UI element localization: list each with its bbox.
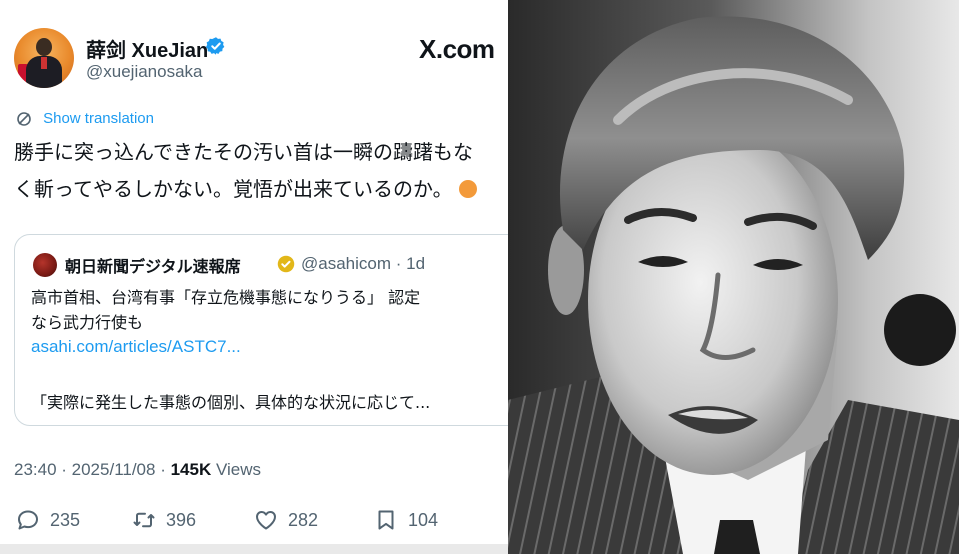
quote-handle-and-time: @asahicom · 1d	[301, 254, 426, 273]
quote-text-line-2: なら武力行使も	[31, 313, 144, 332]
quote-article-excerpt: 「実際に発生した事態の個別、具体的な状況に応じて...	[31, 393, 431, 412]
tweet-text-line-2: く斬ってやるしかない。覚悟が出来ているのか。	[14, 171, 508, 208]
reply-button[interactable]: 235	[16, 502, 80, 538]
tweet-card: 薛剑 XueJian @xuejianosaka X.com Show tran…	[0, 0, 508, 554]
quoted-tweet[interactable]: 朝日新聞デジタル速報席 @asahicom · 1d 高市首相、台湾有事「存立危…	[14, 234, 508, 426]
tweet-actions-bar: 235 396 282 104	[14, 502, 508, 538]
repost-button[interactable]: 396	[132, 502, 196, 538]
views-label: Views	[211, 460, 261, 479]
quote-account-avatar[interactable]	[33, 253, 57, 277]
avatar-tie	[41, 57, 47, 69]
tweet-meta: 23:40 · 2025/11/08 · 145K Views	[14, 460, 261, 480]
views-count: 145K	[170, 460, 212, 479]
tweet-bottom-edge	[0, 544, 508, 554]
tweet-text-line-1: 勝手に突っ込んできたその汚い首は一瞬の躊躇もな	[14, 140, 473, 164]
quote-text-line-1: 高市首相、台湾有事「存立危機事態になりうる」 認定	[31, 288, 421, 307]
bookmark-button[interactable]: 104	[374, 502, 438, 538]
show-translation-link[interactable]: Show translation	[43, 110, 154, 127]
heart-icon	[256, 511, 276, 530]
author-handle[interactable]: @xuejianosaka	[86, 62, 203, 82]
verified-badge-icon	[206, 37, 225, 55]
like-button[interactable]: 282	[254, 502, 318, 538]
quote-text: 高市首相、台湾有事「存立危機事態になりうる」 認定 なら武力行使も	[31, 285, 420, 335]
necktie	[714, 520, 760, 554]
org-verified-badge-icon	[277, 255, 295, 273]
avatar-head	[36, 38, 52, 56]
portrait-illustration	[508, 0, 959, 554]
portrait-photo	[508, 0, 959, 554]
quote-account-name[interactable]: 朝日新聞デジタル速報席	[65, 253, 241, 277]
globe-icon	[17, 111, 31, 126]
reply-count: 235	[50, 509, 81, 530]
tweet-timestamp[interactable]: 23:40 · 2025/11/08 ·	[14, 460, 171, 479]
repost-count: 396	[166, 509, 197, 530]
tweet-text-line-2-text: く斬ってやるしかない。覚悟が出来ているのか。	[14, 177, 453, 201]
reply-icon	[18, 510, 38, 530]
x-com-text: X.com	[419, 34, 495, 64]
quote-article-link[interactable]: asahi.com/articles/ASTC7...	[31, 337, 241, 357]
author-display-name[interactable]: 薛剑 XueJian	[86, 34, 208, 63]
translate-row[interactable]: Show translation	[16, 108, 154, 128]
bookmark-icon	[378, 510, 394, 530]
tweet-body: 勝手に突っ込んできたその汚い首は一瞬の躊躇もな く斬ってやるしかない。覚悟が出来…	[14, 134, 508, 208]
bookmark-count: 104	[408, 509, 439, 530]
x-com-watermark: X.com	[419, 34, 495, 65]
author-avatar[interactable]	[14, 28, 74, 88]
background-disc	[884, 294, 956, 366]
repost-icon	[133, 512, 155, 528]
like-count: 282	[288, 509, 319, 530]
emoji-icon	[458, 180, 477, 198]
